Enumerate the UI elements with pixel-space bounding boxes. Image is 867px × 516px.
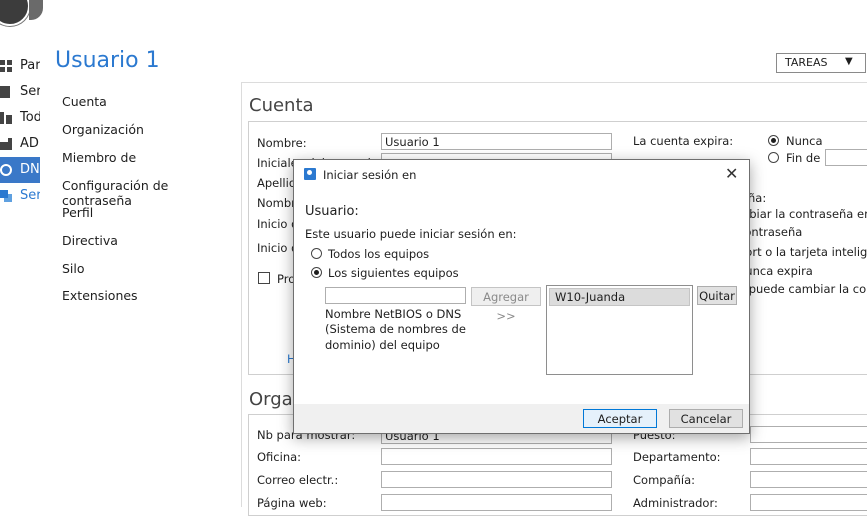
tasks-dropdown[interactable]: TAREAS ▼	[776, 53, 866, 73]
list-item[interactable]: W10-Juanda	[549, 288, 690, 306]
end-of-radio[interactable]	[768, 152, 779, 163]
dialog-prompt: Este usuario puede iniciar sesión en:	[305, 227, 517, 241]
never-label: Nunca	[786, 134, 823, 148]
side-menu-item-account[interactable]: Cuenta	[62, 94, 107, 109]
computer-name-input[interactable]	[325, 287, 466, 304]
change-password-option: mbiar la contraseña en	[738, 207, 867, 221]
left-navigation: Par Ser Tod AD DN Ser	[0, 30, 41, 507]
dialog-title-bar: Iniciar sesión en ✕	[294, 160, 749, 189]
side-divider	[241, 83, 242, 507]
close-icon[interactable]: ✕	[725, 164, 738, 183]
side-menu-item-policy[interactable]: Directiva	[62, 233, 118, 248]
side-menu-item-silo[interactable]: Silo	[62, 261, 85, 276]
office-field[interactable]	[381, 448, 612, 465]
nav-item-label: AD	[20, 136, 39, 151]
all-computers-radio[interactable]	[311, 248, 322, 259]
side-menu: Cuenta Organización Miembro de Configura…	[40, 83, 240, 507]
logon-to-dialog: Iniciar sesión en ✕ Usuario: Este usuari…	[293, 159, 750, 434]
help-text-line-3: dominio) del equipo	[325, 338, 440, 352]
web-page-field[interactable]	[381, 494, 612, 511]
help-text-line-1: Nombre NetBIOS o DNS	[325, 307, 462, 321]
nav-item-label: Tod	[20, 110, 41, 125]
nav-item-all-servers[interactable]: Tod	[0, 105, 40, 131]
company-label: Compañía:	[633, 473, 696, 487]
chevron-down-icon: ▼	[845, 56, 853, 67]
side-menu-item-password-settings[interactable]: Configuración de contraseña	[62, 178, 240, 208]
servers-icon	[0, 112, 12, 124]
following-computers-label: Los siguientes equipos	[328, 266, 459, 280]
name-label: Nombre:	[257, 136, 307, 150]
dialog-heading: Usuario:	[305, 204, 359, 219]
services-icon	[0, 190, 12, 202]
side-menu-item-member-of[interactable]: Miembro de	[62, 150, 136, 165]
email-field[interactable]	[381, 471, 612, 488]
end-date-field[interactable]	[825, 149, 867, 166]
page-title: Usuario 1	[55, 48, 160, 73]
side-menu-item-organization[interactable]: Organización	[62, 122, 144, 137]
department-field[interactable]	[750, 448, 867, 465]
dialog-body: Usuario: Este usuario puede iniciar sesi…	[294, 189, 749, 404]
manager-field[interactable]	[750, 494, 867, 511]
dialog-title: Iniciar sesión en	[323, 168, 417, 182]
nav-item-server[interactable]: Ser	[0, 79, 40, 105]
computers-list[interactable]: W10-Juanda	[546, 285, 693, 375]
password-options-label: ña:	[748, 191, 767, 205]
nav-item-label: DN	[20, 162, 40, 177]
nav-item-panel[interactable]: Par	[0, 53, 40, 79]
manager-label: Administrador:	[633, 496, 718, 510]
user-icon	[304, 168, 316, 180]
remove-button[interactable]: Quitar	[697, 286, 737, 305]
nav-item-ad[interactable]: AD	[0, 131, 40, 157]
help-text-line-2: (Sistema de nombres de	[325, 322, 466, 336]
account-section-title: Cuenta	[249, 95, 314, 116]
email-label: Correo electr.:	[257, 473, 339, 487]
side-menu-item-profile[interactable]: Perfil	[62, 205, 93, 220]
protect-checkbox[interactable]	[258, 272, 270, 284]
nav-item-label: Par	[20, 58, 41, 73]
dialog-footer: Aceptar Cancelar	[294, 404, 749, 433]
nav-item-label: Ser	[20, 188, 41, 203]
never-radio[interactable]	[768, 135, 779, 146]
title-bar	[0, 0, 867, 30]
tasks-label: TAREAS	[785, 56, 828, 69]
side-menu-item-extensions[interactable]: Extensiones	[62, 288, 138, 303]
job-title-field[interactable]	[750, 426, 867, 443]
end-of-label: Fin de	[786, 151, 821, 165]
name-field[interactable]: Usuario 1	[381, 133, 612, 150]
ad-icon	[0, 138, 12, 150]
smartcard-option: port o la tarjeta intelige	[738, 245, 867, 259]
cannot-change-option: o puede cambiar la con	[738, 282, 867, 296]
following-computers-radio[interactable]	[311, 267, 322, 278]
server-icon	[0, 86, 10, 98]
full-name-label: Nombr	[257, 196, 296, 210]
web-page-label: Página web:	[257, 496, 327, 510]
department-label: Departamento:	[633, 450, 721, 464]
nav-item-label: Ser	[20, 84, 41, 99]
office-label: Oficina:	[257, 450, 302, 464]
company-field[interactable]	[750, 471, 867, 488]
add-button[interactable]: Agregar >>	[471, 287, 541, 323]
grid-icon	[0, 60, 12, 72]
expires-label: La cuenta expira:	[633, 134, 734, 148]
ok-button[interactable]: Aceptar	[583, 409, 657, 428]
nav-item-services[interactable]: Ser	[0, 183, 40, 209]
nav-item-dns[interactable]: DN	[0, 157, 40, 183]
last-name-label: Apellid	[257, 176, 297, 190]
cancel-button[interactable]: Cancelar	[669, 409, 743, 428]
all-computers-label: Todos los equipos	[328, 247, 430, 261]
dns-icon	[0, 164, 12, 176]
header-divider	[241, 82, 867, 83]
